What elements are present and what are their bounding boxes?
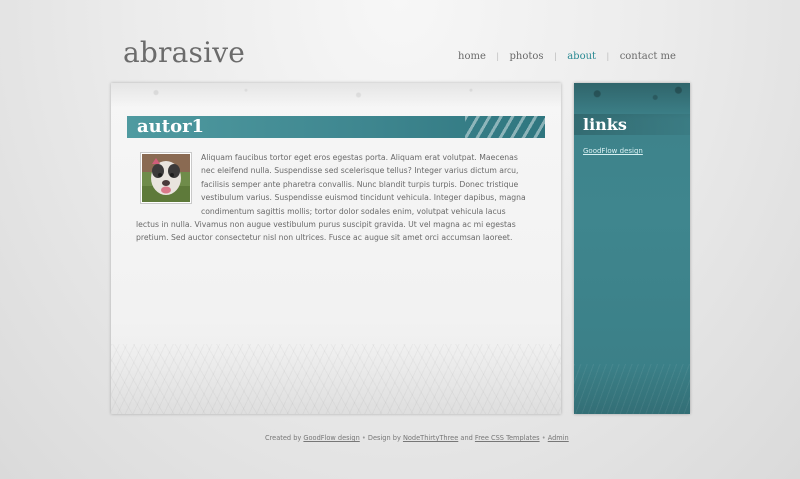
- dog-photo-icon: [142, 154, 190, 202]
- sidebar-panel: links GoodFlow design: [574, 83, 690, 414]
- panel-texture-bottom: [111, 344, 561, 414]
- footer-templates-link[interactable]: Free CSS Templates: [475, 434, 540, 442]
- banner-stripes: [465, 116, 545, 138]
- nav-contact[interactable]: contact me: [620, 51, 676, 62]
- main-content-panel: autor1 Aliquam faucibus tortor eget eros…: [111, 83, 561, 414]
- post-title: autor1: [137, 116, 205, 137]
- nav-separator: |: [496, 52, 500, 61]
- footer-goodflow-link[interactable]: GoodFlow design: [303, 434, 359, 442]
- sidebar-texture-bottom: [574, 364, 690, 414]
- nav-photos[interactable]: photos: [510, 51, 544, 62]
- footer-bullet: •: [361, 434, 366, 442]
- footer-admin-link[interactable]: Admin: [548, 434, 569, 442]
- footer-nodethirtythree-link[interactable]: NodeThirtyThree: [403, 434, 458, 442]
- post-content: Aliquam faucibus tortor eget eros egesta…: [136, 151, 526, 245]
- footer-and-text: and: [460, 434, 473, 442]
- footer-created-by-text: Created by: [265, 434, 302, 442]
- panel-texture-top: [111, 83, 561, 107]
- nav-separator: |: [606, 52, 610, 61]
- footer-bullet: •: [541, 434, 546, 442]
- nav-separator: |: [554, 52, 557, 61]
- site-logo[interactable]: abrasive: [123, 36, 245, 69]
- sidebar-title: links: [583, 115, 627, 134]
- footer: Created by GoodFlow design • Design by N…: [265, 434, 569, 442]
- sidebar-link-goodflow[interactable]: GoodFlow design: [583, 147, 643, 155]
- post-body: Aliquam faucibus tortor eget eros egesta…: [136, 153, 526, 243]
- post-title-banner: autor1: [127, 116, 545, 138]
- nav-about[interactable]: about: [567, 51, 596, 62]
- nav-home[interactable]: home: [458, 51, 486, 62]
- author-avatar: [140, 152, 192, 204]
- main-nav: home | photos | about | contact me: [458, 51, 676, 62]
- footer-design-by-text: Design by: [367, 434, 401, 442]
